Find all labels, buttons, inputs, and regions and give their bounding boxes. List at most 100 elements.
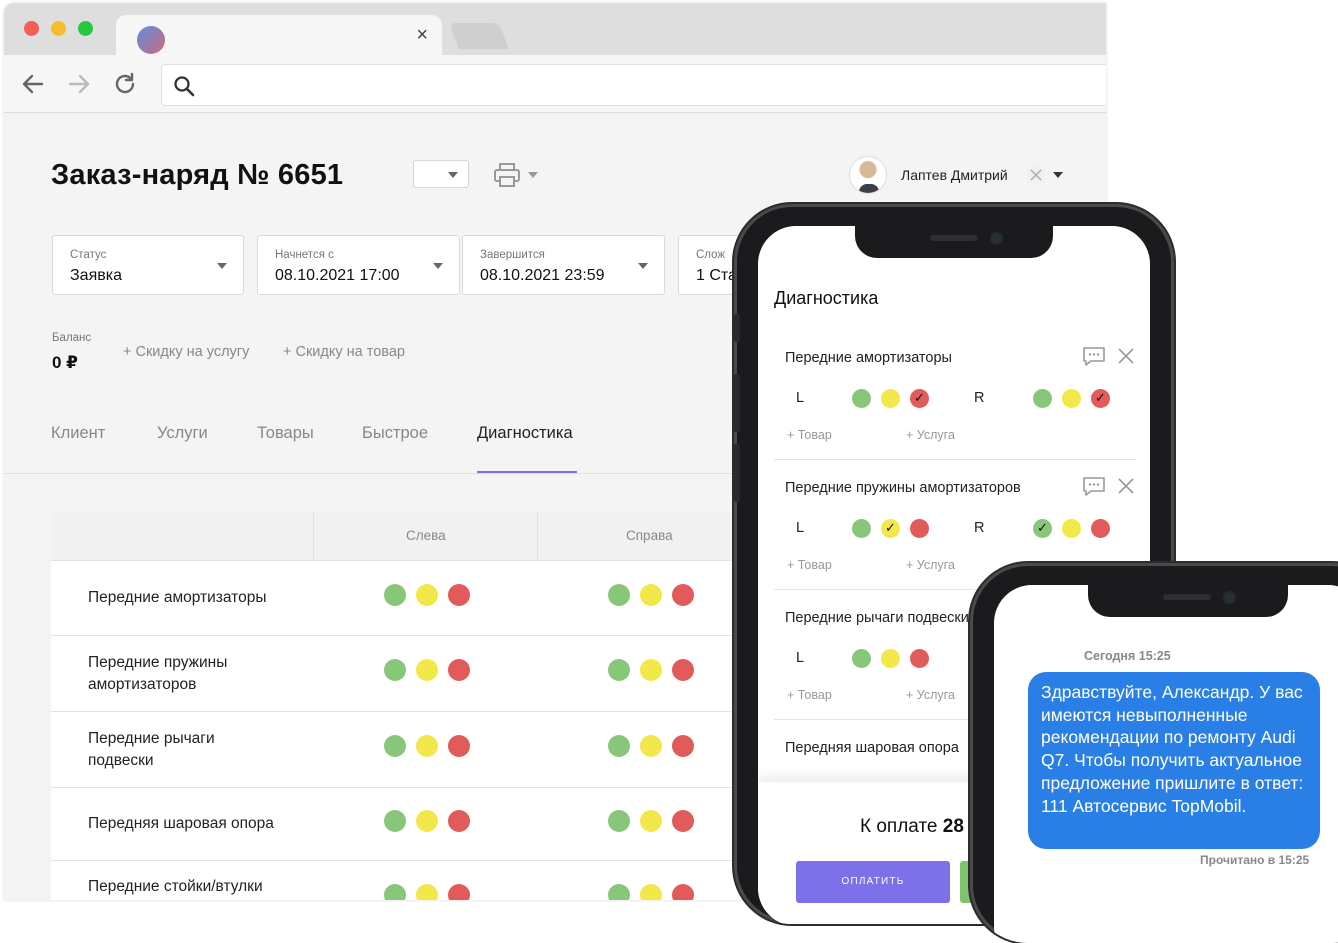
browser-toolbar [4,55,1106,113]
close-icon[interactable] [1116,476,1136,496]
row-name: Передние рычаги подвески [88,730,215,769]
add-service-discount-link[interactable]: + Скидку на услугу [123,344,249,360]
yellow-status-dot[interactable] [640,810,662,832]
green-status-dot[interactable] [852,649,871,668]
red-status-dot[interactable] [448,735,470,757]
speaker-grille [930,235,978,241]
yellow-status-dot[interactable] [416,735,438,757]
green-status-dot[interactable] [384,735,406,757]
red-status-dot[interactable] [1091,519,1110,538]
close-icon[interactable] [1116,346,1136,366]
tab-diagnostics[interactable]: Диагностика [477,424,573,443]
yellow-status-dot[interactable] [881,649,900,668]
phone-notch [1088,585,1288,617]
status-value: Заявка [70,267,122,284]
add-service-link[interactable]: + Услуга [906,688,955,702]
add-service-link[interactable]: + Услуга [906,428,955,442]
red-status-dot[interactable] [672,584,694,606]
table-row: Передние стойки/втулки [51,861,751,900]
phone-side-button [734,444,740,502]
green-status-dot[interactable] [384,884,406,900]
start-date-label: Начнется с [275,249,334,261]
yellow-status-dot[interactable] [640,659,662,681]
add-service-link[interactable]: + Услуга [906,558,955,572]
add-product-link[interactable]: + Товар [787,428,832,442]
red-status-dot[interactable] [448,584,470,606]
red-status-dot[interactable] [448,884,470,900]
yellow-status-dot[interactable] [1062,389,1081,408]
green-status-dot[interactable] [608,810,630,832]
comment-icon[interactable] [1082,346,1106,368]
pay-button[interactable]: ОПЛАТИТЬ [796,861,950,903]
item-actions [1082,346,1136,368]
red-status-dot[interactable] [672,884,694,900]
item-name: Передние амортизаторы [785,350,952,366]
yellow-status-dot[interactable] [640,735,662,757]
favicon-icon [137,26,165,54]
camera-icon [992,234,1001,243]
close-icon[interactable] [1027,166,1045,184]
add-product-link[interactable]: + Товар [787,558,832,572]
yellow-status-dot[interactable] [416,884,438,900]
green-status-dot[interactable] [852,519,871,538]
tab-quick[interactable]: Быстрое [362,424,428,443]
window-maximize-button[interactable] [78,21,93,36]
green-status-dot[interactable] [384,810,406,832]
back-arrow-icon[interactable] [20,71,46,97]
address-bar[interactable] [161,64,1106,106]
red-status-dot[interactable] [672,735,694,757]
red-status-dot[interactable] [448,810,470,832]
green-status-dot[interactable] [608,884,630,900]
comment-icon[interactable] [1082,476,1106,498]
tab-products[interactable]: Товары [257,424,314,443]
right-status-dots [608,884,694,900]
phone-screen: Сегодня 15:25 Здравствуйте, Александр. У… [994,585,1338,943]
red-status-dot[interactable] [910,649,929,668]
green-status-dot[interactable] [384,584,406,606]
message-timestamp: Сегодня 15:25 [1084,649,1171,663]
green-status-dot[interactable]: ✓ [1033,519,1052,538]
status-select[interactable]: Статус Заявка [52,235,244,295]
order-select[interactable] [413,160,469,188]
red-status-dot[interactable] [672,810,694,832]
yellow-status-dot[interactable]: ✓ [881,519,900,538]
green-status-dot[interactable] [608,735,630,757]
left-status-dots [852,649,929,668]
yellow-status-dot[interactable] [640,884,662,900]
red-status-dot[interactable]: ✓ [910,389,929,408]
green-status-dot[interactable] [608,584,630,606]
red-status-dot[interactable] [672,659,694,681]
end-date-field[interactable]: Завершится 08.10.2021 23:59 [462,235,665,295]
add-product-discount-link[interactable]: + Скидку на товар [283,344,405,360]
green-status-dot[interactable] [608,659,630,681]
red-status-dot[interactable] [910,519,929,538]
printer-icon [494,163,538,187]
phone-title: Диагностика [774,288,879,308]
window-minimize-button[interactable] [51,21,66,36]
window-close-button[interactable] [24,21,39,36]
yellow-status-dot[interactable] [640,584,662,606]
sms-message-bubble: Здравствуйте, Александр. У вас имеются н… [1028,672,1320,849]
table-row: Передние рычаги подвески [51,712,751,788]
green-status-dot[interactable] [384,659,406,681]
yellow-status-dot[interactable] [881,389,900,408]
tab-services[interactable]: Услуги [157,424,208,443]
browser-tab-new[interactable] [449,23,509,49]
add-product-link[interactable]: + Товар [787,688,832,702]
yellow-status-dot[interactable] [416,810,438,832]
yellow-status-dot[interactable] [416,659,438,681]
yellow-status-dot[interactable] [416,584,438,606]
reload-icon[interactable] [112,71,138,97]
start-date-field[interactable]: Начнется с 08.10.2021 17:00 [257,235,460,295]
red-status-dot[interactable] [448,659,470,681]
yellow-status-dot[interactable] [1062,519,1081,538]
tab-close-icon[interactable]: × [416,25,428,45]
forward-arrow-icon[interactable] [66,71,92,97]
red-status-dot[interactable]: ✓ [1091,389,1110,408]
print-button[interactable] [493,161,543,189]
green-status-dot[interactable] [1033,389,1052,408]
green-status-dot[interactable] [852,389,871,408]
browser-tab-active[interactable]: × [116,15,442,55]
right-status-dots [608,735,694,757]
tab-client[interactable]: Клиент [51,424,105,443]
